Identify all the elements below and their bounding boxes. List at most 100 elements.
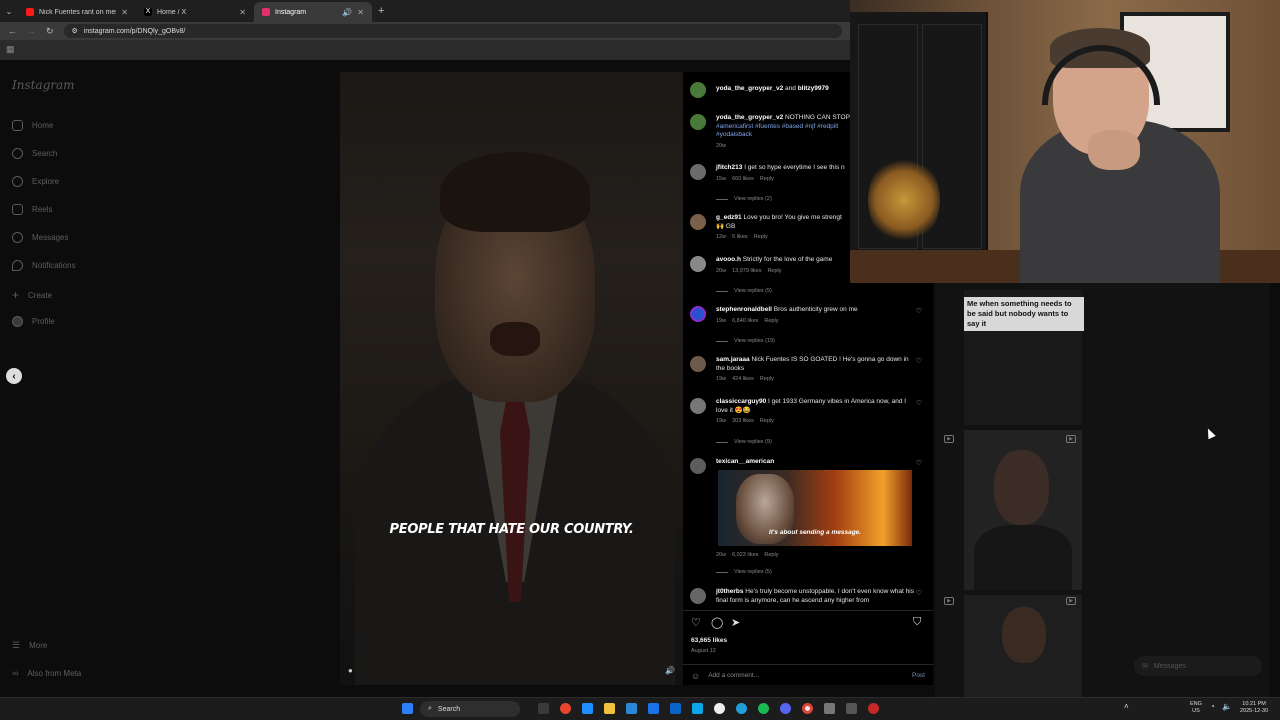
nav-reels[interactable]: Reels: [12, 204, 52, 215]
language-indicator[interactable]: ENG US: [1190, 701, 1202, 715]
close-tab-icon[interactable]: ✕: [121, 8, 128, 17]
tab-youtube[interactable]: Nick Fuentes rant on merit and ✕: [18, 2, 136, 22]
avatar[interactable]: [690, 114, 706, 130]
comment-likes[interactable]: 5 likes: [732, 233, 748, 242]
tab-x[interactable]: X Home / X ✕: [136, 2, 254, 22]
username[interactable]: classiccarguy90: [716, 398, 766, 405]
comment-gif[interactable]: It's about sending a message.: [718, 470, 912, 546]
store-icon[interactable]: [626, 703, 637, 714]
reply-button[interactable]: Reply: [767, 267, 781, 276]
instagram-logo[interactable]: Instagram: [12, 78, 75, 92]
chrome-icon[interactable]: [802, 703, 813, 714]
app-icon[interactable]: [560, 703, 571, 714]
new-tab-button[interactable]: +: [378, 5, 384, 17]
task-view-icon[interactable]: [538, 703, 549, 714]
file-explorer-icon[interactable]: [604, 703, 615, 714]
nav-notifications[interactable]: Notifications: [12, 260, 76, 271]
wifi-icon[interactable]: ◔: [1210, 703, 1215, 711]
reply-button[interactable]: Reply: [760, 375, 774, 384]
reply-button[interactable]: Reply: [760, 175, 774, 184]
tab-search-menu-icon[interactable]: ⌄: [0, 7, 18, 16]
site-info-icon[interactable]: ⚙: [72, 27, 78, 35]
audio-playing-icon[interactable]: 🔊: [342, 8, 352, 17]
username[interactable]: yoda_the_groyper_v2: [716, 114, 783, 121]
reload-icon[interactable]: ↻: [46, 26, 54, 37]
caption-hashtags[interactable]: #americafirst #fuentes #based #njf #redp…: [716, 123, 838, 130]
forward-icon[interactable]: →: [27, 26, 36, 36]
save-bookmark-icon[interactable]: ⛉: [913, 616, 921, 629]
tab-instagram[interactable]: Instagram 🔊 ✕: [254, 2, 372, 22]
tagged-user-icon[interactable]: ●: [348, 666, 353, 675]
comment-likes[interactable]: 660 likes: [732, 175, 754, 184]
view-replies-button[interactable]: View replies (2): [716, 196, 772, 202]
like-comment-icon[interactable]: ♡: [916, 358, 922, 367]
volume-icon[interactable]: 🔊: [665, 666, 675, 675]
username[interactable]: jt0therbs: [716, 588, 743, 595]
app-icon[interactable]: [714, 703, 725, 714]
telegram-icon[interactable]: [736, 703, 747, 714]
reel-video[interactable]: PEOPLE THAT HATE OUR COUNTRY. ● 🔊: [340, 72, 683, 685]
username[interactable]: jfitch213: [716, 164, 742, 171]
reply-button[interactable]: Reply: [764, 317, 778, 326]
close-tab-icon[interactable]: ✕: [239, 8, 246, 17]
avatar[interactable]: [690, 458, 706, 474]
nav-also-from-meta[interactable]: ∞ Also from Meta: [12, 668, 81, 678]
nav-home[interactable]: Home: [12, 120, 53, 131]
app-icon[interactable]: [868, 703, 879, 714]
show-hidden-icons-icon[interactable]: ˄: [1124, 703, 1129, 711]
app-icon[interactable]: [648, 703, 659, 714]
settings-icon[interactable]: [824, 703, 835, 714]
nav-messages[interactable]: Messages: [12, 232, 68, 243]
reply-button[interactable]: Reply: [764, 551, 778, 560]
close-tab-icon[interactable]: ✕: [357, 8, 364, 17]
view-replies-button[interactable]: View replies (19): [716, 338, 775, 344]
comment-likes[interactable]: 6,840 likes: [732, 317, 758, 326]
avatar[interactable]: [690, 306, 706, 322]
app-icon[interactable]: [582, 703, 593, 714]
back-icon[interactable]: ←: [8, 26, 17, 36]
caption-hashtags-2[interactable]: #yodaisback: [716, 131, 752, 138]
taskbar-search[interactable]: ⌕ Search: [420, 701, 520, 717]
edge-icon[interactable]: [692, 703, 703, 714]
apps-grid-icon[interactable]: ▦: [6, 44, 15, 54]
spotify-icon[interactable]: [758, 703, 769, 714]
nav-search[interactable]: Search: [12, 148, 57, 159]
clock[interactable]: 10:21 PM 2025-12-30: [1240, 701, 1268, 715]
previous-post-button[interactable]: ‹: [6, 368, 22, 384]
comment-likes[interactable]: 303 likes: [732, 417, 754, 426]
username[interactable]: texican__american: [716, 458, 774, 465]
like-comment-icon[interactable]: ♡: [916, 460, 922, 469]
messages-dock[interactable]: ✉ Messages: [1134, 656, 1262, 676]
comment-likes[interactable]: 6,023 likes: [732, 551, 758, 560]
avatar[interactable]: [690, 82, 706, 98]
reply-button[interactable]: Reply: [754, 233, 768, 242]
view-replies-button[interactable]: View replies (9): [716, 439, 772, 445]
add-comment-input[interactable]: Add a comment...: [708, 672, 759, 679]
view-replies-button[interactable]: View replies (9): [716, 288, 772, 294]
collab-username[interactable]: blitzy9979: [798, 85, 829, 92]
avatar[interactable]: [690, 256, 706, 272]
speaker-icon[interactable]: 🔈: [1222, 703, 1232, 711]
discord-icon[interactable]: [780, 703, 791, 714]
suggested-reel[interactable]: [964, 430, 1082, 590]
comment-icon[interactable]: ◯: [711, 616, 723, 629]
like-icon[interactable]: ♡: [691, 616, 701, 629]
username[interactable]: stephenronaldbell: [716, 306, 772, 313]
comment-likes[interactable]: 424 likes: [732, 375, 754, 384]
comment-likes[interactable]: 13,979 likes: [732, 267, 761, 276]
view-replies-button[interactable]: View replies (5): [716, 569, 772, 575]
url-field[interactable]: ⚙ instagram.com/p/DNQly_gOBv8/: [63, 24, 842, 38]
nav-create[interactable]: + Create: [12, 288, 52, 302]
avatar[interactable]: [690, 164, 706, 180]
emoji-icon[interactable]: ☺: [691, 671, 700, 681]
app-icon[interactable]: [846, 703, 857, 714]
avatar[interactable]: [690, 398, 706, 414]
username[interactable]: sam.jaraaa: [716, 356, 750, 363]
avatar[interactable]: [690, 214, 706, 230]
like-comment-icon[interactable]: ♡: [916, 400, 922, 409]
start-icon[interactable]: [402, 703, 413, 714]
like-count[interactable]: 63,665 likes: [691, 637, 727, 644]
avatar[interactable]: [690, 588, 706, 604]
share-icon[interactable]: ➤: [731, 616, 740, 629]
reply-button[interactable]: Reply: [760, 417, 774, 426]
